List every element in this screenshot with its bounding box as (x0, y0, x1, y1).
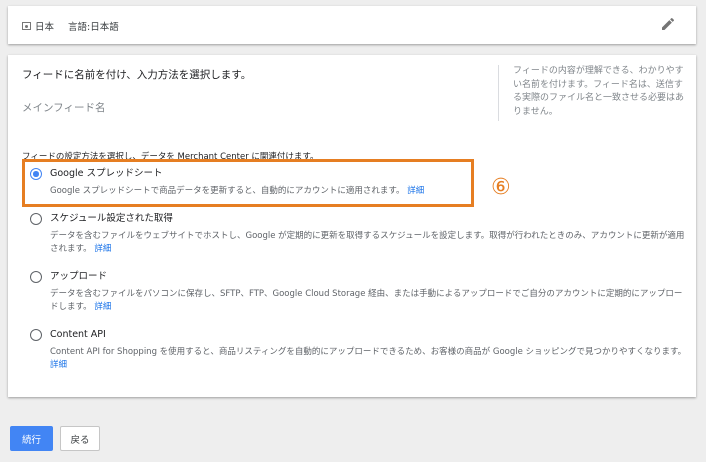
option-title: Content API (50, 329, 106, 340)
back-button[interactable]: 戻る (60, 426, 100, 451)
option-description: データを含むファイルをウェブサイトでホストし、Google が定期的に更新を取得… (50, 231, 685, 254)
feed-summary-info: 日本 言語: 日本語 (22, 19, 119, 33)
feed-setup-card: フィードに名前を付け、入力方法を選択します。 フィードの内容が理解できる、わかり… (8, 55, 696, 397)
option-description: データを含むファイルをパソコンに保存し、SFTP、FTP、Google Clou… (50, 289, 683, 312)
option-description: Content API for Shopping を使用すると、商品リスティング… (50, 347, 687, 370)
details-link[interactable]: 詳細 (50, 360, 67, 370)
option-title: スケジュール設定された取得 (50, 213, 173, 224)
language-value: 日本語 (90, 22, 119, 33)
details-link[interactable]: 詳細 (407, 186, 424, 196)
name-help-text: フィードの内容が理解できる、わかりやすい名前を付けます。フィード名は、送信する実… (498, 65, 688, 121)
annotation-highlight-box (22, 159, 474, 207)
option-description: Google スプレッドシートで商品データを更新すると、自動的にアカウントに適用… (50, 186, 425, 196)
radio-scheduled-fetch[interactable] (30, 213, 42, 225)
country-flag-icon (22, 22, 31, 30)
edit-pencil-icon[interactable] (660, 16, 676, 32)
details-link[interactable]: 詳細 (94, 244, 111, 254)
feed-summary-card: 日本 言語: 日本語 (8, 6, 696, 44)
radio-google-sheets[interactable] (30, 168, 42, 180)
option-title: Google スプレッドシート (50, 168, 163, 179)
radio-upload[interactable] (30, 271, 42, 283)
language-label: 言語: (68, 22, 91, 33)
details-link[interactable]: 詳細 (94, 302, 111, 312)
continue-button[interactable]: 続行 (10, 426, 53, 451)
radio-content-api[interactable] (30, 329, 42, 341)
feed-name-input[interactable] (22, 95, 212, 121)
country-value: 日本 (35, 22, 55, 33)
input-method-heading: フィードの設定方法を選択し、データを Merchant Center に関連付け… (22, 152, 319, 162)
annotation-step-number: ⑥ (491, 175, 511, 200)
option-title: アップロード (50, 271, 108, 282)
form-title: フィードに名前を付け、入力方法を選択します。 (22, 69, 252, 81)
